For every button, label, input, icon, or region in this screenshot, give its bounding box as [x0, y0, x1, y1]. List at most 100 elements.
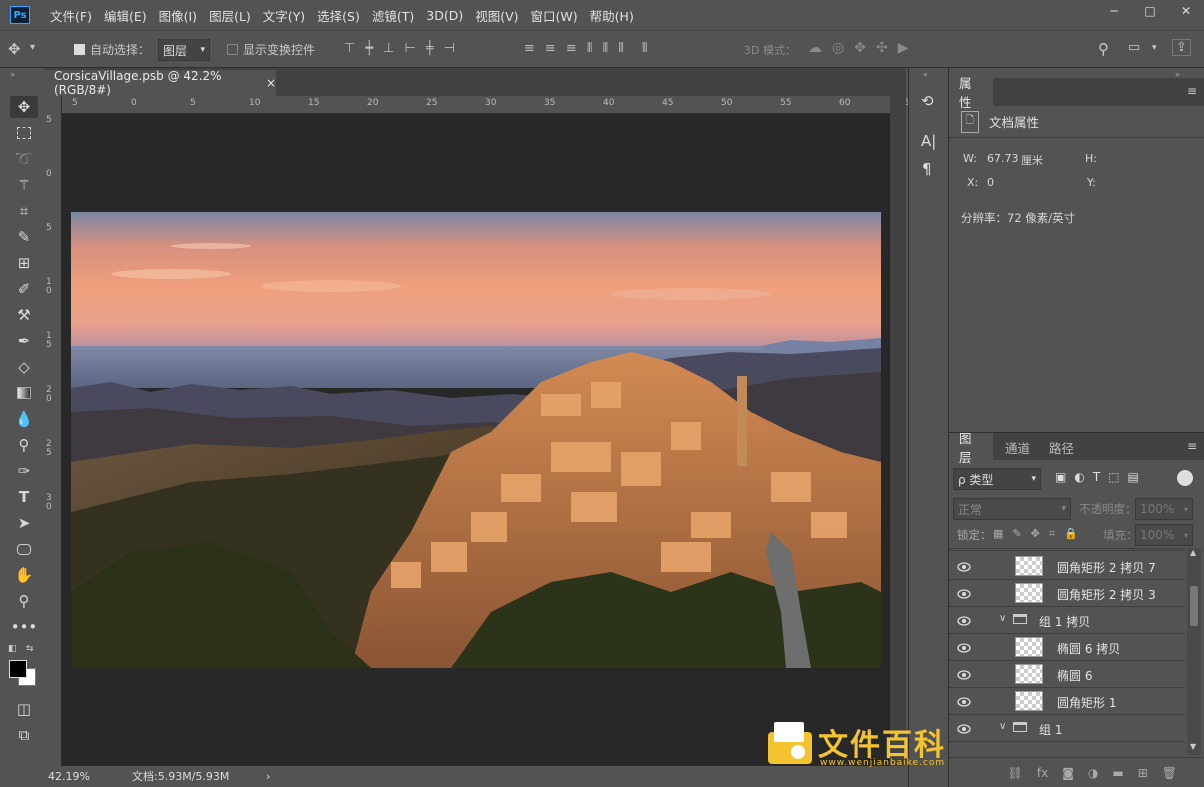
document-image[interactable] — [71, 212, 881, 668]
magic-wand-tool-button[interactable]: ⚚ — [10, 174, 38, 196]
layer-row[interactable]: 椭圆 6 — [949, 661, 1185, 688]
menu-item-2[interactable]: 图像(I) — [153, 6, 203, 25]
marquee-tool-button[interactable] — [10, 122, 38, 144]
move-tool-icon[interactable]: ✥ — [8, 40, 21, 58]
gradient-tool-button[interactable] — [10, 382, 38, 404]
3d-roll-icon[interactable]: ◎ — [832, 40, 844, 56]
menu-item-5[interactable]: 选择(S) — [311, 6, 366, 25]
dodge-tool-button[interactable]: ⚲ — [10, 434, 38, 456]
mask-icon[interactable]: ◙ — [1062, 766, 1074, 780]
visibility-eye-icon[interactable] — [957, 615, 971, 626]
show-transform-checkbox[interactable] — [227, 44, 238, 55]
share-icon[interactable]: ⇪ — [1172, 39, 1191, 56]
menu-item-7[interactable]: 3D(D) — [420, 8, 469, 23]
menu-item-3[interactable]: 图层(L) — [203, 6, 257, 25]
stamp-tool-button[interactable]: ⚒ — [10, 304, 38, 326]
search-icon[interactable]: ⚲ — [1098, 40, 1109, 58]
lock-artboard-icon[interactable]: ⌗ — [1049, 527, 1055, 541]
scroll-down-icon[interactable]: ▼ — [1190, 742, 1196, 751]
3d-slide-icon[interactable]: ✣ — [876, 40, 888, 56]
group-expand-icon[interactable]: ∨ — [999, 721, 1006, 732]
foreground-color-swatch[interactable] — [9, 660, 27, 678]
lasso-tool-button[interactable]: ➰ — [10, 148, 38, 170]
tab-layers[interactable]: 图层 — [949, 431, 993, 465]
adjustment-icon[interactable]: ◑ — [1088, 766, 1098, 780]
align-bottom-icon[interactable]: ⊥ — [383, 41, 394, 56]
maximize-button[interactable]: □ — [1132, 0, 1168, 22]
menu-item-4[interactable]: 文字(Y) — [257, 6, 311, 25]
align-hcenter-icon[interactable]: ╪ — [426, 41, 434, 56]
lock-position-icon[interactable]: ✥ — [1031, 527, 1040, 541]
width-value[interactable]: 67.73 — [987, 152, 1019, 165]
layers-scroll-thumb[interactable] — [1190, 586, 1198, 626]
quick-mask-button[interactable]: ◫ — [10, 698, 38, 720]
tab-properties[interactable]: 属性 — [949, 76, 993, 110]
shape-tool-button[interactable] — [10, 538, 38, 560]
screen-mode-button[interactable]: ⧉ — [10, 724, 38, 746]
dist-hcenter-icon[interactable]: ⦀ — [602, 41, 608, 56]
trash-icon[interactable]: 🗑 — [1162, 766, 1177, 780]
dist-vcenter-icon[interactable]: ≡ — [545, 41, 556, 56]
brush-tool-button[interactable]: ✐ — [10, 278, 38, 300]
filter-toggle[interactable] — [1177, 470, 1193, 486]
menu-item-6[interactable]: 滤镜(T) — [366, 6, 420, 25]
status-menu-arrow[interactable]: › — [266, 770, 270, 783]
menu-item-10[interactable]: 帮助(H) — [584, 6, 640, 25]
filter-type-icon[interactable]: T — [1093, 470, 1100, 484]
auto-align-icon[interactable]: ⦀ — [642, 41, 648, 56]
layer-row[interactable]: 圆角矩形 1 — [949, 688, 1185, 715]
layer-row[interactable]: ∨ 组 1 拷贝 — [949, 607, 1185, 634]
opacity-field[interactable]: 100% ▾ — [1135, 498, 1193, 520]
panel-menu-icon[interactable]: ≡ — [1187, 84, 1197, 98]
3d-orbit-icon[interactable]: ☁ — [808, 40, 822, 56]
menu-item-1[interactable]: 编辑(E) — [98, 6, 153, 25]
lock-pixels-icon[interactable]: ✎ — [1012, 527, 1021, 541]
type-tool-button[interactable]: T — [10, 486, 38, 508]
menu-item-8[interactable]: 视图(V) — [469, 6, 524, 25]
scroll-up-icon[interactable]: ▲ — [1190, 548, 1196, 557]
fx-icon[interactable]: fx — [1037, 766, 1048, 780]
tool-preset-chevron-icon[interactable]: ▾ — [30, 42, 35, 53]
workspace-icon[interactable]: ▭ — [1128, 40, 1140, 55]
path-select-tool-button[interactable]: ➤ — [10, 512, 38, 534]
auto-select-checkbox[interactable] — [74, 44, 85, 55]
auto-select-dropdown[interactable]: 图层 ▾ — [158, 39, 210, 61]
canvas-vertical-scrollbar[interactable] — [890, 96, 906, 766]
3d-pan-icon[interactable]: ✥ — [854, 40, 866, 56]
visibility-eye-icon[interactable] — [957, 588, 971, 599]
close-tab-icon[interactable]: × — [266, 76, 276, 90]
align-top-icon[interactable]: ⊤ — [344, 41, 355, 56]
zoom-level[interactable]: 42.19% — [48, 770, 118, 783]
tab-paths[interactable]: 路径 — [1039, 433, 1084, 461]
paragraph-icon[interactable]: ¶ — [922, 160, 932, 178]
document-tab[interactable]: CorsicaVillage.psb @ 42.2%(RGB/8#) × — [44, 69, 276, 97]
lock-transparent-icon[interactable]: ▦ — [993, 527, 1003, 541]
crop-tool-button[interactable]: ⌗ — [10, 200, 38, 222]
3d-camera-icon[interactable]: ▶ — [898, 40, 909, 56]
layers-menu-icon[interactable]: ≡ — [1187, 439, 1197, 453]
align-vcenter-icon[interactable]: ┿ — [365, 41, 373, 56]
history-icon[interactable]: ⟲ — [921, 92, 934, 110]
dist-right-icon[interactable]: ⦀ — [618, 41, 624, 56]
folder-icon[interactable]: ▬ — [1112, 766, 1123, 780]
zoom-tool-button[interactable]: ⚲ — [10, 590, 38, 612]
swap-colors-icon[interactable]: ⇆ — [26, 644, 34, 654]
workspace-chevron-icon[interactable]: ▾ — [1152, 43, 1157, 53]
layers-scrollbar[interactable]: ▲ ▼ — [1187, 548, 1201, 755]
filter-adjust-icon[interactable]: ◐ — [1074, 470, 1084, 484]
eyedropper-tool-button[interactable]: ✎ — [10, 226, 38, 248]
dist-left-icon[interactable]: ⦀ — [587, 41, 593, 56]
default-colors-icon[interactable]: ◧ — [8, 644, 17, 654]
minimize-button[interactable]: ─ — [1096, 0, 1132, 22]
blend-mode-dropdown[interactable]: 正常 ▾ — [953, 498, 1071, 520]
collapse-toolbar-icon[interactable]: » — [10, 70, 15, 79]
history-brush-tool-button[interactable]: ✒ — [10, 330, 38, 352]
character-icon[interactable]: A| — [921, 132, 936, 150]
visibility-eye-icon[interactable] — [957, 642, 971, 653]
filter-shape-icon[interactable]: ⬚ — [1108, 470, 1119, 484]
tab-channels[interactable]: 通道 — [995, 433, 1040, 461]
layer-row[interactable]: 椭圆 6 拷贝 — [949, 634, 1185, 661]
dist-top-icon[interactable]: ≡ — [524, 41, 535, 56]
fill-field[interactable]: 100% ▾ — [1135, 524, 1193, 546]
layer-filter-dropdown[interactable]: ρ 类型 ▾ — [953, 468, 1041, 490]
